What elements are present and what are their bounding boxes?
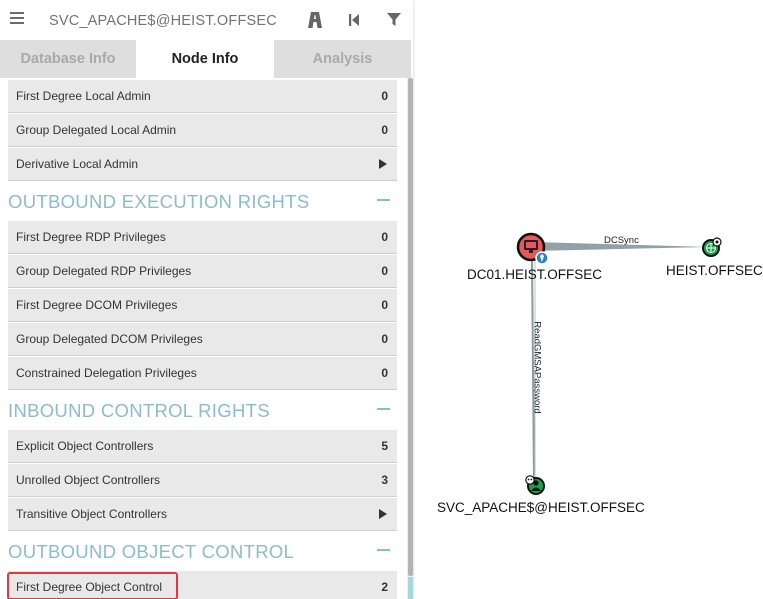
row-label: Group Delegated Local Admin bbox=[16, 123, 177, 137]
row-count: 5 bbox=[381, 439, 388, 453]
row-label: First Degree DCOM Privileges bbox=[16, 298, 178, 312]
row-group-delegated-dcom-privileges[interactable]: Group Delegated DCOM Privileges 0 bbox=[8, 323, 397, 356]
collapse-icon[interactable] bbox=[377, 199, 390, 201]
node-label-svc-apache: SVC_APACHE$@HEIST.OFFSEC bbox=[437, 500, 645, 515]
row-first-degree-local-admin[interactable]: First Degree Local Admin 0 bbox=[8, 80, 397, 113]
row-label: Group Delegated DCOM Privileges bbox=[16, 332, 203, 346]
tab-analysis[interactable]: Analysis bbox=[274, 40, 411, 78]
collapse-icon[interactable] bbox=[377, 549, 390, 551]
row-count: 0 bbox=[381, 298, 388, 312]
row-count: 0 bbox=[381, 366, 388, 380]
section-title: OUTBOUND EXECUTION RIGHTS bbox=[8, 191, 310, 212]
node-label-dc01: DC01.HEIST.OFFSEC bbox=[467, 267, 603, 282]
edge-label-readgmsapassword: ReadGMSAPassword bbox=[531, 321, 543, 414]
domain-node-heist[interactable] bbox=[702, 237, 722, 257]
play-arrow-icon bbox=[379, 509, 387, 519]
row-count: 0 bbox=[381, 89, 388, 103]
search-input[interactable]: SVC_APACHE$@HEIST.OFFSEC bbox=[49, 13, 277, 29]
row-count: 3 bbox=[381, 473, 388, 487]
node-label-heist: HEIST.OFFSEC bbox=[666, 263, 763, 278]
row-first-degree-object-control[interactable]: First Degree Object Control 2 bbox=[8, 571, 397, 599]
node-info-list: First Degree Local Admin 0 Group Delegat… bbox=[0, 78, 407, 599]
row-count: 2 bbox=[381, 580, 388, 594]
row-derivative-local-admin[interactable]: Derivative Local Admin bbox=[8, 148, 397, 181]
play-arrow-icon bbox=[379, 159, 387, 169]
row-count: 0 bbox=[381, 332, 388, 346]
row-group-delegated-rdp-privileges[interactable]: Group Delegated RDP Privileges 0 bbox=[8, 255, 397, 288]
computer-node-dc01[interactable] bbox=[516, 232, 549, 265]
row-label: Derivative Local Admin bbox=[16, 157, 139, 171]
bloodhound-window: SVC_APACHE$@HEIST.OFFSEC Database Info N… bbox=[0, 0, 763, 599]
row-label: Group Delegated RDP Privileges bbox=[16, 264, 192, 278]
skull-marker-icon bbox=[525, 475, 535, 485]
user-node-svc-apache[interactable] bbox=[525, 475, 545, 495]
back-icon[interactable] bbox=[345, 11, 363, 29]
left-panel: SVC_APACHE$@HEIST.OFFSEC Database Info N… bbox=[0, 0, 413, 599]
search-bar: SVC_APACHE$@HEIST.OFFSEC bbox=[0, 0, 411, 41]
filter-icon[interactable] bbox=[385, 11, 403, 29]
section-title: INBOUND CONTROL RIGHTS bbox=[8, 400, 270, 421]
row-unrolled-object-controllers[interactable]: Unrolled Object Controllers 3 bbox=[8, 464, 397, 497]
tab-database-info[interactable]: Database Info bbox=[0, 40, 136, 78]
row-explicit-object-controllers[interactable]: Explicit Object Controllers 5 bbox=[8, 430, 397, 463]
section-outbound-execution-rights[interactable]: OUTBOUND EXECUTION RIGHTS bbox=[8, 186, 397, 216]
row-label: Explicit Object Controllers bbox=[16, 439, 154, 453]
row-label: Transitive Object Controllers bbox=[16, 507, 167, 521]
collapse-icon[interactable] bbox=[377, 408, 390, 410]
row-label: First Degree Object Control bbox=[16, 580, 163, 594]
tab-bar: Database Info Node Info Analysis bbox=[0, 40, 411, 78]
row-constrained-delegation-privileges[interactable]: Constrained Delegation Privileges 0 bbox=[8, 357, 397, 390]
graph-canvas[interactable]: DC01.HEIST.OFFSEC HEIST.OFFSEC SVC_APACH… bbox=[413, 0, 763, 599]
row-count: 0 bbox=[381, 230, 388, 244]
pathfinding-icon[interactable] bbox=[306, 11, 324, 29]
row-label: Unrolled Object Controllers bbox=[16, 473, 161, 487]
row-label: First Degree RDP Privileges bbox=[16, 230, 166, 244]
menu-icon[interactable] bbox=[10, 12, 24, 26]
row-group-delegated-local-admin[interactable]: Group Delegated Local Admin 0 bbox=[8, 114, 397, 147]
row-count: 0 bbox=[381, 264, 388, 278]
edge-label-dcsync: DCSync bbox=[604, 235, 639, 246]
section-inbound-control-rights[interactable]: INBOUND CONTROL RIGHTS bbox=[8, 395, 397, 425]
row-first-degree-dcom-privileges[interactable]: First Degree DCOM Privileges 0 bbox=[8, 289, 397, 322]
row-label: First Degree Local Admin bbox=[16, 89, 151, 103]
row-label: Constrained Delegation Privileges bbox=[16, 366, 197, 380]
section-title: OUTBOUND OBJECT CONTROL bbox=[8, 541, 295, 562]
row-transitive-object-controllers[interactable]: Transitive Object Controllers bbox=[8, 498, 397, 531]
tab-node-info[interactable]: Node Info bbox=[136, 40, 274, 78]
row-first-degree-rdp-privileges[interactable]: First Degree RDP Privileges 0 bbox=[8, 221, 397, 254]
row-count: 0 bbox=[381, 123, 388, 137]
section-outbound-object-control[interactable]: OUTBOUND OBJECT CONTROL bbox=[8, 536, 397, 566]
